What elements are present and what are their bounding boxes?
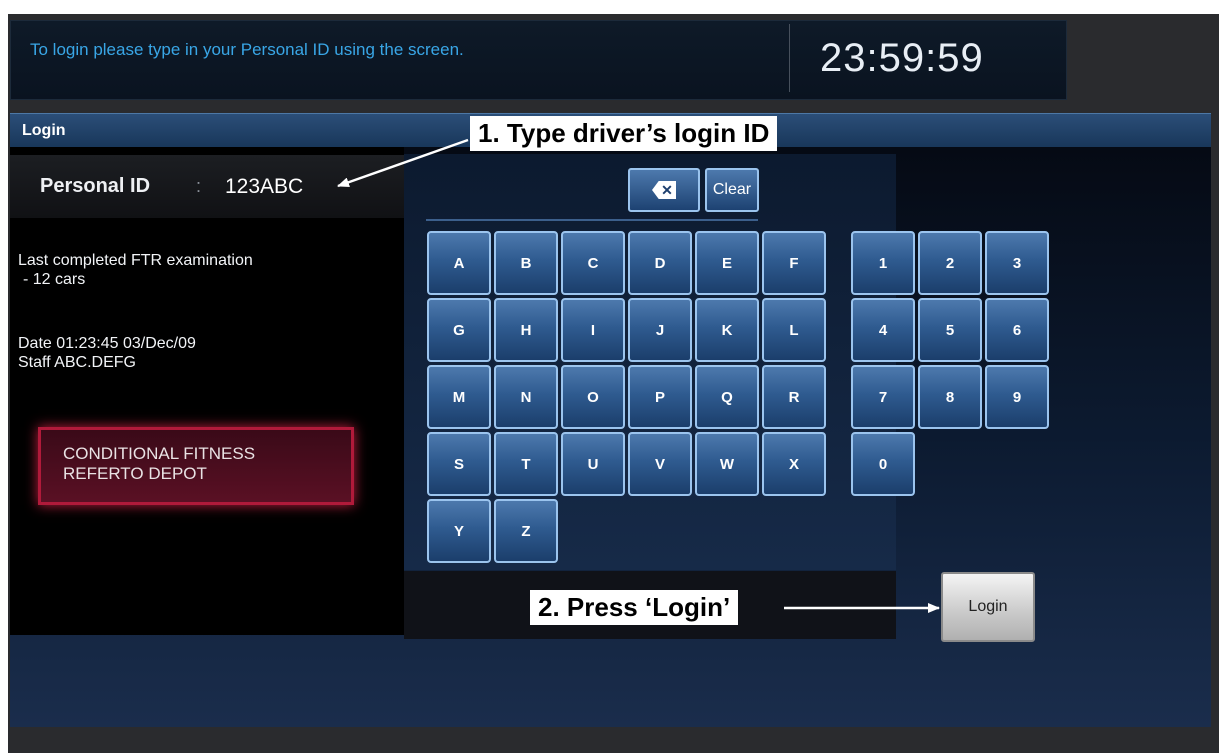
key-c[interactable]: C: [561, 231, 625, 295]
key-k[interactable]: K: [695, 298, 759, 362]
key-z[interactable]: Z: [494, 499, 558, 563]
key-7[interactable]: 7: [851, 365, 915, 429]
last-exam-text: Last completed FTR examination: [18, 252, 253, 269]
key-s[interactable]: S: [427, 432, 491, 496]
key-h[interactable]: H: [494, 298, 558, 362]
key-w[interactable]: W: [695, 432, 759, 496]
login-button-label: Login: [968, 598, 1008, 615]
key-p[interactable]: P: [628, 365, 692, 429]
key-6[interactable]: 6: [985, 298, 1049, 362]
key-v[interactable]: V: [628, 432, 692, 496]
key-f[interactable]: F: [762, 231, 826, 295]
backspace-icon: ✕: [652, 181, 676, 199]
divider: [789, 24, 790, 92]
key-t[interactable]: T: [494, 432, 558, 496]
key-q[interactable]: Q: [695, 365, 759, 429]
key-8[interactable]: 8: [918, 365, 982, 429]
date-text: Date 01:23:45 03/Dec/09: [18, 335, 196, 352]
key-0[interactable]: 0: [851, 432, 915, 496]
clock: 23:59:59: [820, 36, 984, 80]
personal-id-colon: :: [196, 176, 202, 196]
conditional-fitness-button[interactable]: CONDITIONAL FITNESS REFERTO DEPOT: [38, 427, 354, 505]
personal-id-label: Personal ID: [40, 175, 151, 197]
callout-step2: 2. Press ‘Login’: [530, 590, 739, 625]
key-5[interactable]: 5: [918, 298, 982, 362]
key-9[interactable]: 9: [985, 365, 1049, 429]
backspace-button[interactable]: ✕: [628, 168, 700, 212]
key-x[interactable]: X: [762, 432, 826, 496]
key-l[interactable]: L: [762, 298, 826, 362]
key-n[interactable]: N: [494, 365, 558, 429]
key-d[interactable]: D: [628, 231, 692, 295]
instruction-text: To login please type in your Personal ID…: [30, 40, 464, 59]
key-3[interactable]: 3: [985, 231, 1049, 295]
key-i[interactable]: I: [561, 298, 625, 362]
info-panel: [10, 147, 404, 635]
key-a[interactable]: A: [427, 231, 491, 295]
keyboard-separator: [426, 219, 758, 221]
key-r[interactable]: R: [762, 365, 826, 429]
key-e[interactable]: E: [695, 231, 759, 295]
key-m[interactable]: M: [427, 365, 491, 429]
staff-text: Staff ABC.DEFG: [18, 354, 136, 371]
conditional-line2: REFERTO DEPOT: [63, 464, 207, 483]
conditional-line1: CONDITIONAL FITNESS: [63, 444, 256, 463]
clear-button[interactable]: Clear: [705, 168, 759, 212]
key-b[interactable]: B: [494, 231, 558, 295]
key-g[interactable]: G: [427, 298, 491, 362]
login-title: Login: [22, 122, 66, 139]
personal-id-value: 123ABC: [225, 175, 304, 198]
login-button[interactable]: Login: [941, 572, 1035, 642]
key-2[interactable]: 2: [918, 231, 982, 295]
clear-label: Clear: [712, 181, 752, 198]
key-1[interactable]: 1: [851, 231, 915, 295]
key-4[interactable]: 4: [851, 298, 915, 362]
last-exam-cars: - 12 cars: [23, 271, 86, 288]
key-o[interactable]: O: [561, 365, 625, 429]
key-u[interactable]: U: [561, 432, 625, 496]
key-j[interactable]: J: [628, 298, 692, 362]
callout-step1: 1. Type driver’s login ID: [470, 116, 778, 151]
key-y[interactable]: Y: [427, 499, 491, 563]
